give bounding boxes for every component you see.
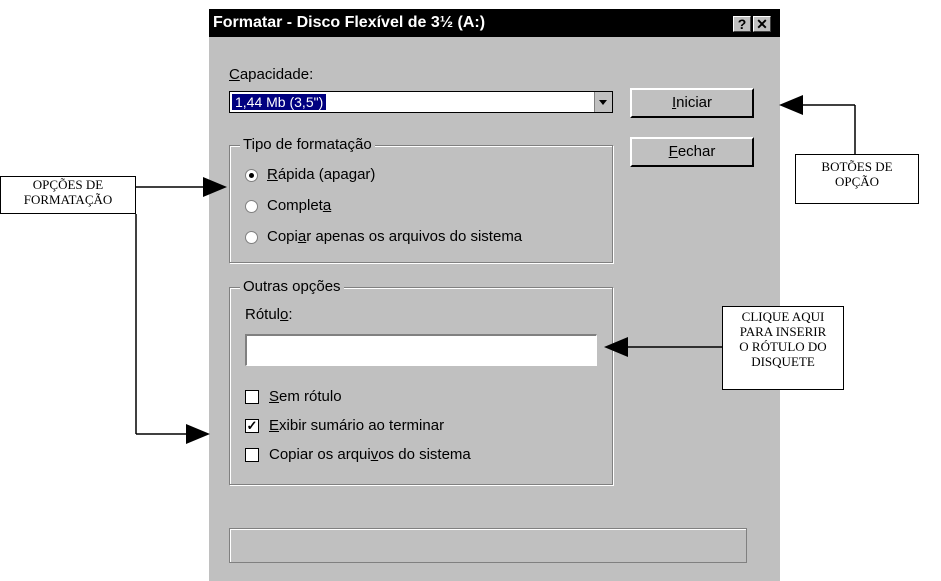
arrow-head-icon [779, 95, 803, 115]
arrow-head-icon [604, 337, 628, 357]
arrow-head-icon [203, 177, 227, 197]
arrow-head-icon [186, 424, 210, 444]
annotation-arrows [135, 95, 856, 444]
